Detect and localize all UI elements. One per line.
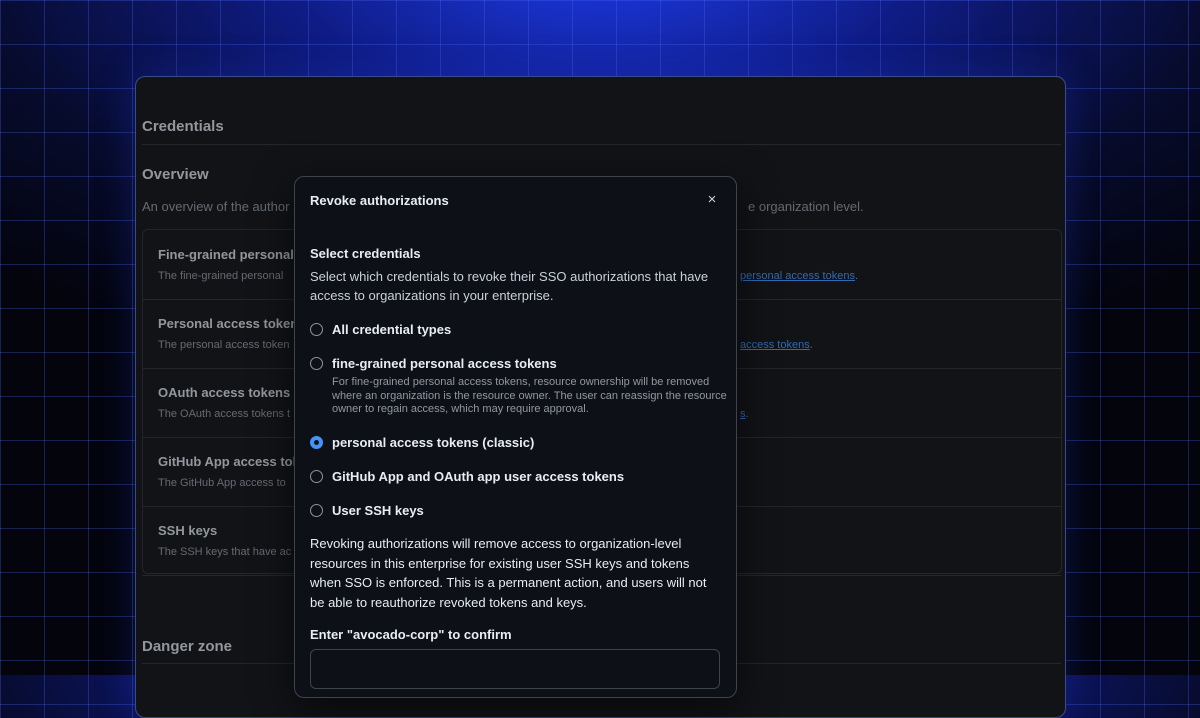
option-classic-tokens[interactable]: personal access tokens (classic) [310,435,534,450]
close-icon[interactable]: × [702,190,722,210]
option-all-credential-types[interactable]: All credential types [310,322,451,337]
revoke-authorizations-dialog: Revoke authorizations × Select credentia… [294,176,737,698]
radio-button-selected[interactable] [310,436,323,449]
option-label: fine-grained personal access tokens [332,356,557,371]
option-fine-grained-tokens[interactable]: fine-grained personal access tokens [310,356,557,371]
revoke-warning: Revoking authorizations will remove acce… [310,536,707,610]
radio-button[interactable] [310,357,323,370]
option-label: GitHub App and OAuth app user access tok… [332,469,625,484]
confirm-input[interactable] [310,649,720,689]
option-user-ssh-keys[interactable]: User SSH keys [310,503,424,518]
radio-button[interactable] [310,504,323,517]
radio-button[interactable] [310,323,323,336]
select-credentials-heading: Select credentials [310,246,421,261]
confirm-label: Enter "avocado-corp" to confirm [310,627,512,642]
dialog-title: Revoke authorizations [310,193,449,208]
select-credentials-description: Select which credentials to revoke their… [310,269,709,303]
option-label: personal access tokens (classic) [332,435,535,450]
option-label: User SSH keys [332,503,424,518]
fine-grained-note: For fine-grained personal access tokens,… [332,376,727,415]
option-label: All credential types [332,322,452,337]
option-github-app-oauth-tokens[interactable]: GitHub App and OAuth app user access tok… [310,469,624,484]
radio-button[interactable] [310,470,323,483]
